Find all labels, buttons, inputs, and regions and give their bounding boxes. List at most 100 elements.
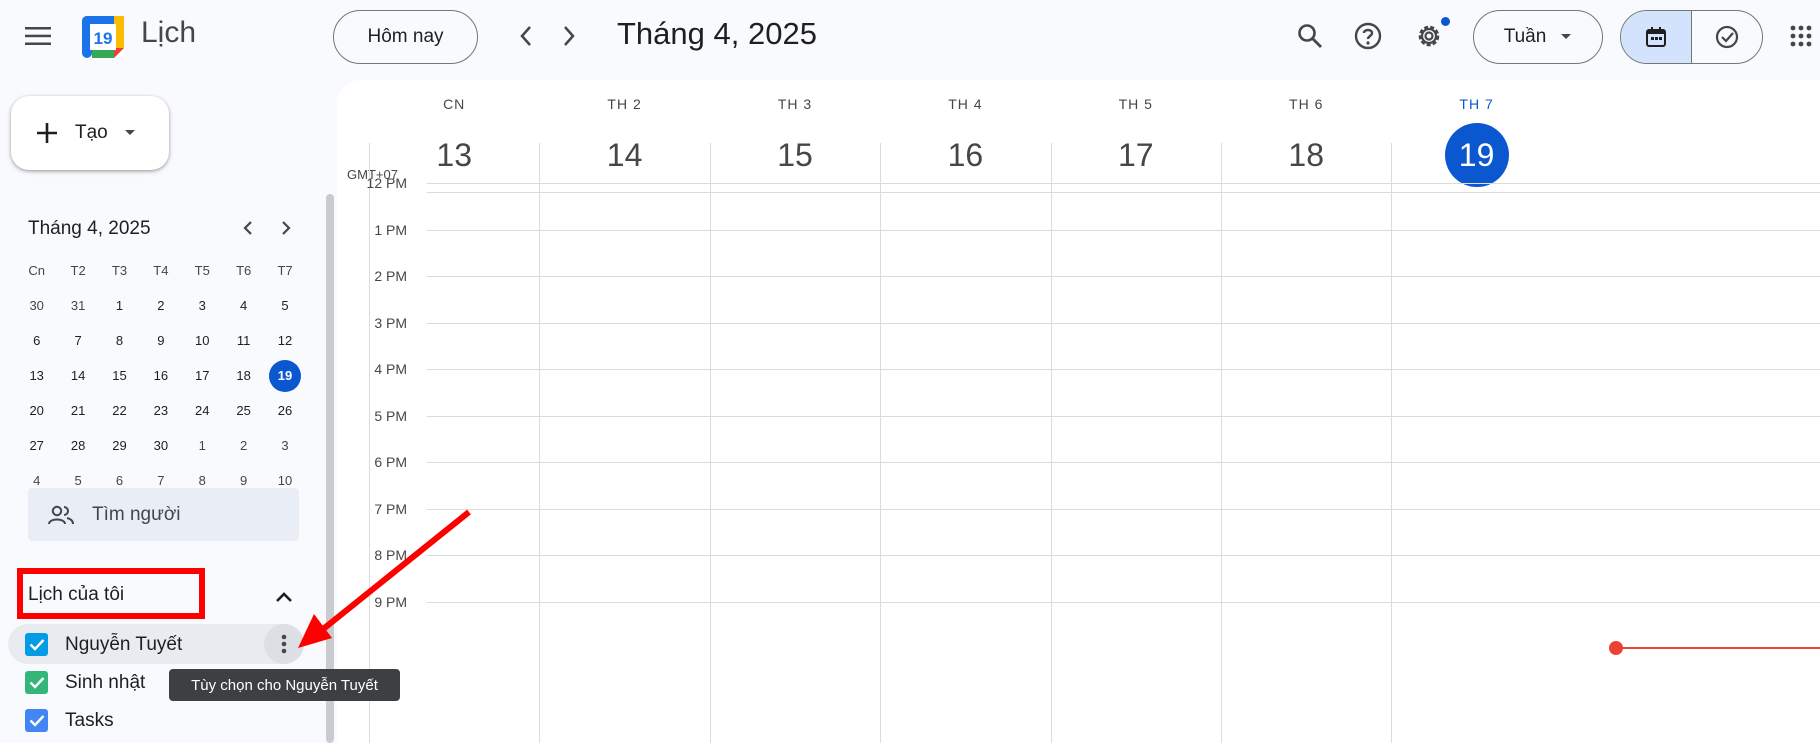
chevron-left-icon: [243, 221, 252, 235]
day-column-divider: [539, 143, 541, 743]
mini-calendar-day[interactable]: 30: [140, 438, 181, 453]
check-icon: [29, 677, 44, 689]
current-time-dot: [1609, 641, 1623, 655]
mini-calendar-day[interactable]: 14: [57, 368, 98, 383]
mini-calendar-next-button[interactable]: [268, 210, 304, 246]
help-button[interactable]: [1344, 12, 1392, 60]
day-column-header[interactable]: TH 7 19: [1378, 80, 1576, 194]
chevron-right-icon: [564, 26, 575, 46]
mini-calendar-day[interactable]: 5: [264, 298, 305, 313]
mini-calendar-day[interactable]: 22: [99, 403, 140, 418]
mini-calendar-day[interactable]: 29: [99, 438, 140, 453]
check-icon: [29, 639, 44, 651]
hour-label: 12 PM: [366, 175, 407, 191]
plus-icon: [37, 123, 57, 143]
mini-calendar-day[interactable]: 28: [57, 438, 98, 453]
mini-calendar-day[interactable]: 10: [264, 473, 305, 488]
calendar-logo-icon[interactable]: 19: [80, 14, 126, 60]
day-of-week-label: CN: [443, 96, 466, 112]
mini-calendar-day[interactable]: 2: [223, 438, 264, 453]
calendar-item-tasks[interactable]: Tasks: [8, 700, 304, 740]
mini-calendar-day[interactable]: 24: [182, 403, 223, 418]
check-icon: [29, 715, 44, 727]
sidebar-scrollbar[interactable]: [326, 194, 334, 743]
mini-calendar-day[interactable]: 1: [99, 298, 140, 313]
day-number[interactable]: 18: [1207, 123, 1405, 187]
day-number[interactable]: 19: [1378, 123, 1576, 187]
mini-calendar-day[interactable]: 15: [99, 368, 140, 383]
mini-calendar-day-selected[interactable]: 19: [264, 359, 305, 392]
hour-label: 8 PM: [374, 547, 407, 563]
mini-calendar-day[interactable]: 6: [99, 473, 140, 488]
mini-calendar-prev-button[interactable]: [230, 210, 266, 246]
day-column-header[interactable]: TH 4 16: [866, 80, 1064, 194]
mini-calendar-day[interactable]: 4: [223, 298, 264, 313]
calendar-item-nguyen-tuyet[interactable]: Nguyễn Tuyết: [8, 624, 304, 664]
mini-calendar-day[interactable]: 1: [182, 438, 223, 453]
search-button[interactable]: [1286, 12, 1334, 60]
calendar-checkbox[interactable]: [25, 633, 48, 656]
mini-calendar-day[interactable]: 2: [140, 298, 181, 313]
current-period-title: Tháng 4, 2025: [617, 16, 817, 51]
mini-calendar-day[interactable]: 25: [223, 403, 264, 418]
mini-calendar-day[interactable]: 3: [264, 438, 305, 453]
next-week-button[interactable]: [545, 12, 593, 60]
search-people-field[interactable]: Tìm người: [28, 488, 299, 541]
mini-calendar-day[interactable]: 8: [99, 333, 140, 348]
tasks-view-toggle[interactable]: [1692, 11, 1762, 63]
mini-calendar-day[interactable]: 20: [16, 403, 57, 418]
mini-calendar-day[interactable]: 7: [57, 333, 98, 348]
today-button[interactable]: Hôm nay: [333, 10, 478, 64]
more-vert-icon: [281, 634, 287, 654]
calendar-checkbox[interactable]: [25, 709, 48, 732]
mini-calendar-day[interactable]: 6: [16, 333, 57, 348]
search-people-placeholder: Tìm người: [92, 503, 181, 525]
mini-calendar-day[interactable]: 4: [16, 473, 57, 488]
hour-gridline: [427, 276, 1820, 277]
day-number[interactable]: 17: [1037, 123, 1235, 187]
create-label: Tạo: [75, 122, 108, 143]
mini-calendar-day[interactable]: 9: [223, 473, 264, 488]
mini-calendar-day[interactable]: 12: [264, 333, 305, 348]
main-menu-button[interactable]: [14, 12, 62, 60]
mini-calendar-day[interactable]: 11: [223, 333, 264, 348]
hour-label: 1 PM: [374, 221, 407, 238]
day-column-header[interactable]: TH 3 15: [696, 80, 894, 194]
mini-calendar-day[interactable]: 30: [16, 298, 57, 313]
google-apps-button[interactable]: [1777, 12, 1820, 60]
mini-calendar-day[interactable]: 3: [182, 298, 223, 313]
mini-calendar-day[interactable]: 13: [16, 368, 57, 383]
mini-calendar-day[interactable]: 10: [182, 333, 223, 348]
mini-calendar-day[interactable]: 16: [140, 368, 181, 383]
mini-calendar-day[interactable]: 9: [140, 333, 181, 348]
hour-gridline: [427, 462, 1820, 463]
day-column-header[interactable]: TH 5 17: [1037, 80, 1235, 194]
day-column-header[interactable]: TH 2 14: [526, 80, 724, 194]
mini-calendar-day[interactable]: 23: [140, 403, 181, 418]
calendar-view-toggle[interactable]: [1621, 11, 1692, 63]
create-button[interactable]: Tạo: [11, 96, 169, 170]
app-title: Lịch: [141, 16, 197, 49]
day-number[interactable]: 16: [866, 123, 1064, 187]
previous-week-button[interactable]: [502, 12, 550, 60]
search-icon: [1298, 24, 1322, 48]
mini-calendar-day[interactable]: 7: [140, 473, 181, 488]
hour-label: 4 PM: [374, 361, 407, 377]
day-column-header[interactable]: TH 6 18: [1207, 80, 1405, 194]
day-number[interactable]: 15: [696, 123, 894, 187]
mini-calendar-day[interactable]: 17: [182, 368, 223, 383]
mini-calendar-day[interactable]: 31: [57, 298, 98, 313]
view-label: Tuần: [1503, 26, 1547, 47]
mini-calendar-day[interactable]: 27: [16, 438, 57, 453]
calendar-checkbox[interactable]: [25, 671, 48, 694]
hour-gridline: [427, 508, 1820, 510]
mini-calendar-day[interactable]: 21: [57, 403, 98, 418]
calendar-options-button[interactable]: [264, 624, 304, 664]
day-number[interactable]: 14: [526, 123, 724, 187]
mini-calendar-day[interactable]: 18: [223, 368, 264, 383]
collapse-my-calendars-button[interactable]: [264, 577, 304, 617]
mini-calendar-day[interactable]: 5: [57, 473, 98, 488]
view-selector[interactable]: Tuần: [1473, 10, 1603, 64]
mini-calendar-day[interactable]: 26: [264, 403, 305, 418]
mini-calendar-day[interactable]: 8: [182, 473, 223, 488]
